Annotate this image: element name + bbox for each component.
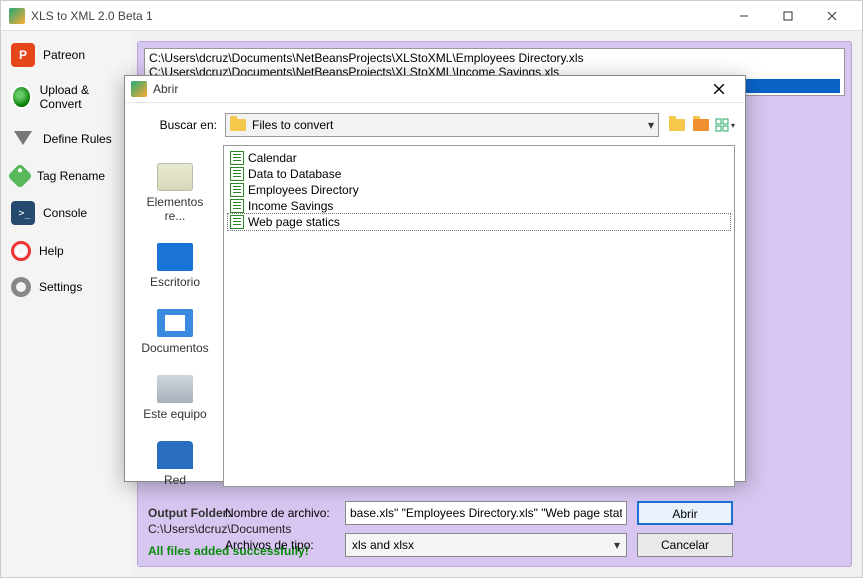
xls-file-icon	[230, 199, 244, 213]
places-bar: Elementos re... Escritorio Documentos Es…	[135, 145, 215, 487]
place-this-pc[interactable]: Este equipo	[143, 375, 206, 421]
tag-icon	[7, 163, 32, 188]
xls-file-icon	[230, 151, 244, 165]
dialog-app-icon	[131, 81, 147, 97]
file-list-item[interactable]: Web page statics	[228, 214, 730, 230]
place-documents[interactable]: Documentos	[141, 309, 208, 355]
dialog-titlebar: Abrir	[125, 76, 745, 103]
lookin-toolbar: ▾	[667, 115, 735, 135]
file-list-item[interactable]: Calendar	[228, 150, 730, 166]
main-titlebar: XLS to XML 2.0 Beta 1	[1, 1, 862, 31]
sidebar-item-label: Define Rules	[43, 132, 112, 146]
gear-icon	[11, 277, 31, 297]
place-label: Red	[164, 473, 186, 487]
dialog-close-button[interactable]	[699, 76, 739, 102]
up-folder-button[interactable]	[667, 115, 687, 135]
file-list-item[interactable]: Data to Database	[228, 166, 730, 182]
lookin-label: Buscar en:	[151, 118, 217, 132]
sidebar-item-upload[interactable]: Upload & Convert	[1, 75, 131, 119]
documents-icon	[157, 309, 193, 337]
file-open-dialog: Abrir Buscar en: Files to convert ▾ ▾	[124, 75, 746, 482]
recent-icon	[157, 163, 193, 191]
sidebar-item-label: Tag Rename	[37, 169, 105, 183]
sidebar-item-define-rules[interactable]: Define Rules	[1, 119, 131, 159]
dialog-title: Abrir	[153, 82, 699, 96]
sidebar-item-label: Patreon	[43, 48, 85, 62]
network-icon	[157, 441, 193, 469]
place-network[interactable]: Red	[157, 441, 193, 487]
desktop-icon	[157, 243, 193, 271]
sidebar-item-console[interactable]: >_ Console	[1, 193, 131, 233]
chevron-down-icon: ▾	[614, 538, 620, 552]
filename-input[interactable]	[345, 501, 627, 525]
place-recent[interactable]: Elementos re...	[135, 163, 215, 223]
sidebar-item-label: Console	[43, 206, 87, 220]
filetype-value: xls and xlsx	[352, 538, 414, 552]
sidebar-item-label: Settings	[39, 280, 82, 294]
app-title: XLS to XML 2.0 Beta 1	[31, 9, 722, 23]
xls-file-icon	[230, 183, 244, 197]
funnel-icon	[11, 127, 35, 151]
app-icon	[9, 8, 25, 24]
xls-file-icon	[230, 215, 244, 229]
cancel-button[interactable]: Cancelar	[637, 533, 733, 557]
place-label: Documentos	[141, 341, 208, 355]
sidebar-item-patreon[interactable]: P Patreon	[1, 35, 131, 75]
maximize-button[interactable]	[766, 2, 810, 30]
folder-icon	[230, 119, 246, 131]
xls-file-icon	[230, 167, 244, 181]
file-list-item[interactable]: Income Savings	[228, 198, 730, 214]
file-name: Calendar	[248, 151, 297, 165]
open-button[interactable]: Abrir	[637, 501, 733, 525]
console-icon: >_	[11, 201, 35, 225]
place-label: Este equipo	[143, 407, 206, 421]
minimize-button[interactable]	[722, 2, 766, 30]
file-list-item[interactable]: Employees Directory	[228, 182, 730, 198]
file-name: Data to Database	[248, 167, 341, 181]
filename-label: Nombre de archivo:	[225, 506, 335, 520]
place-label: Escritorio	[150, 275, 200, 289]
chevron-down-icon: ▾	[648, 118, 654, 132]
upload-icon	[11, 85, 32, 109]
view-menu-button[interactable]: ▾	[715, 115, 735, 135]
place-label: Elementos re...	[135, 195, 215, 223]
new-folder-button[interactable]	[691, 115, 711, 135]
input-file-row[interactable]: C:\Users\dcruz\Documents\NetBeansProject…	[149, 51, 840, 65]
place-desktop[interactable]: Escritorio	[150, 243, 200, 289]
sidebar: P Patreon Upload & Convert Define Rules …	[1, 31, 131, 577]
close-button[interactable]	[810, 2, 854, 30]
lookin-select[interactable]: Files to convert ▾	[225, 113, 659, 137]
lookin-row: Buscar en: Files to convert ▾ ▾	[125, 103, 745, 145]
this-pc-icon	[157, 375, 193, 403]
lookin-value: Files to convert	[252, 118, 333, 132]
sidebar-item-settings[interactable]: Settings	[1, 269, 131, 305]
sidebar-item-label: Help	[39, 244, 64, 258]
file-name: Web page statics	[248, 215, 340, 229]
filetype-label: Archivos de tipo:	[225, 538, 335, 552]
file-name: Employees Directory	[248, 183, 359, 197]
file-list-pane[interactable]: Calendar Data to Database Employees Direct…	[223, 145, 735, 487]
sidebar-item-help[interactable]: Help	[1, 233, 131, 269]
file-name: Income Savings	[248, 199, 333, 213]
filetype-select[interactable]: xls and xlsx ▾	[345, 533, 627, 557]
sidebar-item-tag-rename[interactable]: Tag Rename	[1, 159, 131, 193]
help-icon	[11, 241, 31, 261]
patreon-icon: P	[11, 43, 35, 67]
sidebar-item-label: Upload & Convert	[40, 83, 121, 111]
